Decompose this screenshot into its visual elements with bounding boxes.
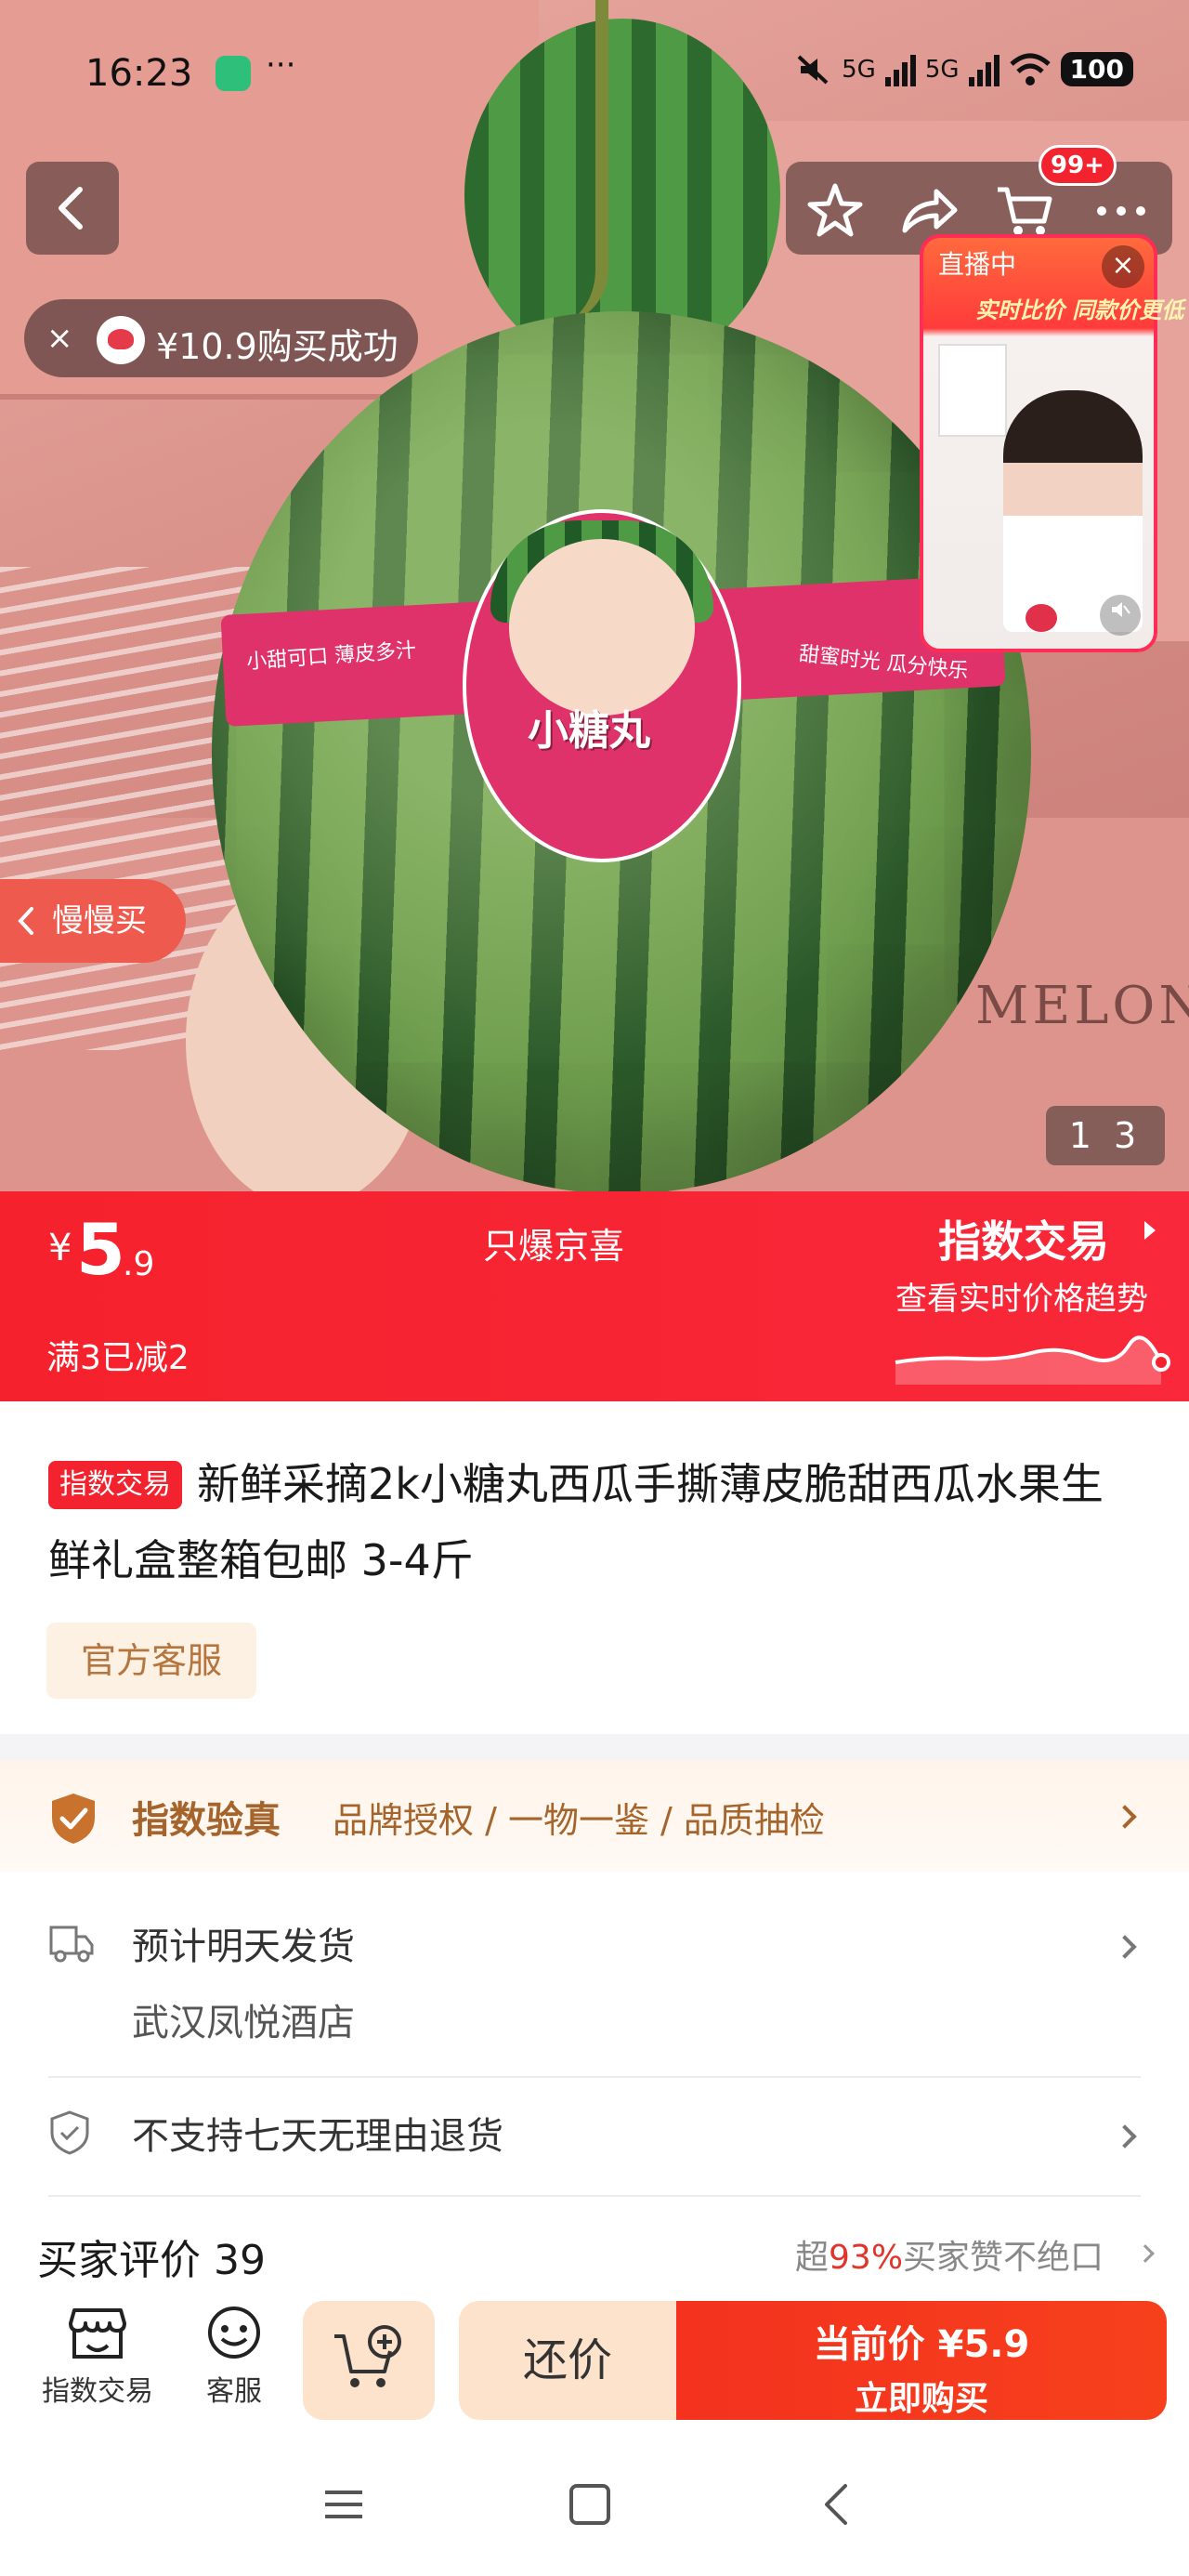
- signal-icon: [968, 53, 1000, 86]
- shield-check-icon: [52, 1794, 95, 1844]
- buy-now-label: 立即购买: [854, 2380, 988, 2418]
- reviews-summary[interactable]: 超93%买家赞不绝口: [795, 2230, 1104, 2279]
- storefront-icon: [69, 2308, 126, 2359]
- more-icon[interactable]: [1091, 180, 1152, 242]
- delivery-truck-icon: [49, 1925, 94, 1963]
- cart-icon[interactable]: [994, 180, 1055, 242]
- smiley-chat-icon: [208, 2307, 260, 2359]
- price-currency: ¥: [48, 1227, 72, 1269]
- favorite-star-icon[interactable]: [804, 180, 866, 242]
- battery-icon: 100: [1060, 52, 1133, 86]
- row-divider: [48, 2076, 1141, 2078]
- more-notifications-icon: ···: [266, 46, 296, 84]
- toast-text: ¥10.9购买成功: [156, 326, 399, 367]
- network-type-2: 5G: [924, 55, 960, 84]
- returns-policy[interactable]: 不支持七天无理由退货: [132, 2106, 503, 2160]
- product-page: MELON 小甜可口 薄皮多汁 甜蜜时光 瓜分快乐 小糖丸 16:23 ··· …: [0, 0, 1189, 2576]
- price-trend-sparkline: [895, 1335, 1170, 1385]
- index-trade-tag: 指数交易: [48, 1461, 182, 1509]
- menu-icon[interactable]: [321, 2481, 366, 2528]
- box-print-text: MELON: [975, 976, 1189, 1036]
- index-trade-link[interactable]: 指数交易: [938, 1208, 1109, 1269]
- promo-slogan: 只爆京喜: [483, 1226, 625, 1267]
- section-divider: [0, 1734, 1189, 1760]
- discount-info: 满3已减2: [46, 1339, 189, 1377]
- image-counter: 1 3: [1046, 1106, 1165, 1165]
- price-trend-link[interactable]: 查看实时价格趋势: [895, 1273, 1148, 1319]
- chevron-right-icon: [1136, 2244, 1155, 2263]
- wifi-icon: [1009, 53, 1051, 85]
- reviews-summary-percent: 93%: [829, 2239, 904, 2277]
- chevron-left-icon: [18, 907, 33, 935]
- chevron-left-icon: [59, 187, 83, 230]
- mute-icon: [797, 55, 829, 84]
- price-decimal: .9: [123, 1245, 155, 1283]
- reviews-summary-suffix: 买家赞不绝口: [903, 2239, 1104, 2277]
- share-icon[interactable]: [897, 180, 959, 242]
- heart-icon: [1026, 604, 1057, 632]
- chevron-right-icon: [1113, 2124, 1137, 2149]
- add-to-cart-button[interactable]: [303, 2301, 435, 2420]
- speaker-mute-icon: [1112, 602, 1130, 617]
- network-type-1: 5G: [842, 55, 876, 84]
- live-promo-text: 实时比价 同款价更低: [975, 297, 1184, 323]
- index-trade-button[interactable]: 指数交易: [33, 2305, 162, 2409]
- buy-now-button[interactable]: 当前价 ¥5.9 立即购买: [676, 2301, 1167, 2420]
- index-trade-label: 指数交易: [42, 2375, 153, 2408]
- shield-icon: [50, 2110, 89, 2155]
- customer-service-button[interactable]: 客服: [186, 2305, 282, 2409]
- watermelon-stem: [553, 0, 608, 325]
- live-tag: 直播中: [938, 249, 1017, 280]
- cart-plus-icon: [334, 2325, 401, 2387]
- product-title: 新鲜采摘2k小糖丸西瓜手撕薄皮脆甜西瓜水果生鲜礼盒整箱包邮 3-4斤: [48, 1459, 1104, 1585]
- verify-items: 品牌授权 / 一物一鉴 / 品质抽检: [333, 1800, 825, 1841]
- toast-close-icon[interactable]: ×: [46, 320, 73, 357]
- buyer-avatar: [97, 316, 145, 364]
- buy-now-price: 当前价 ¥5.9: [813, 2323, 1030, 2366]
- triangle-right-icon: [1144, 1221, 1156, 1240]
- reviews-summary-prefix: 超: [795, 2239, 830, 2277]
- mute-icon[interactable]: [1100, 595, 1141, 636]
- live-close-icon[interactable]: ×: [1102, 245, 1144, 288]
- customer-service-label: 客服: [206, 2375, 262, 2408]
- shipping-origin: 武汉凤悦酒店: [132, 2002, 355, 2044]
- back-icon[interactable]: [817, 2481, 855, 2528]
- shipping-estimate[interactable]: 预计明天发货: [132, 1916, 355, 1970]
- row-divider: [48, 2195, 1141, 2197]
- slow-buy-tab[interactable]: 慢慢买: [0, 879, 186, 963]
- slow-buy-label: 慢慢买: [52, 902, 147, 940]
- product-title-block: 指数交易 新鲜采摘2k小糖丸西瓜手撕薄皮脆甜西瓜水果生鲜礼盒整箱包邮 3-4斤: [48, 1446, 1144, 1598]
- label-character-face: [509, 539, 695, 716]
- price-integer: 5: [76, 1208, 125, 1291]
- back-button[interactable]: [26, 162, 119, 255]
- app-notification-icon: [216, 56, 251, 91]
- reviews-title[interactable]: 买家评价 39: [37, 2227, 266, 2286]
- bargain-button[interactable]: 还价: [459, 2301, 676, 2420]
- status-icons: 5G 5G 100: [795, 52, 1133, 86]
- official-service-button[interactable]: 官方客服: [46, 1623, 256, 1699]
- verify-title: 指数验真: [132, 1799, 281, 1842]
- qr-code-icon: [938, 344, 1007, 437]
- chevron-right-icon: [1113, 1935, 1137, 1959]
- signal-icon: [884, 53, 916, 86]
- status-time: 16:23: [85, 52, 193, 95]
- home-icon[interactable]: [567, 2481, 613, 2528]
- brand-label-name: 小糖丸: [528, 707, 650, 755]
